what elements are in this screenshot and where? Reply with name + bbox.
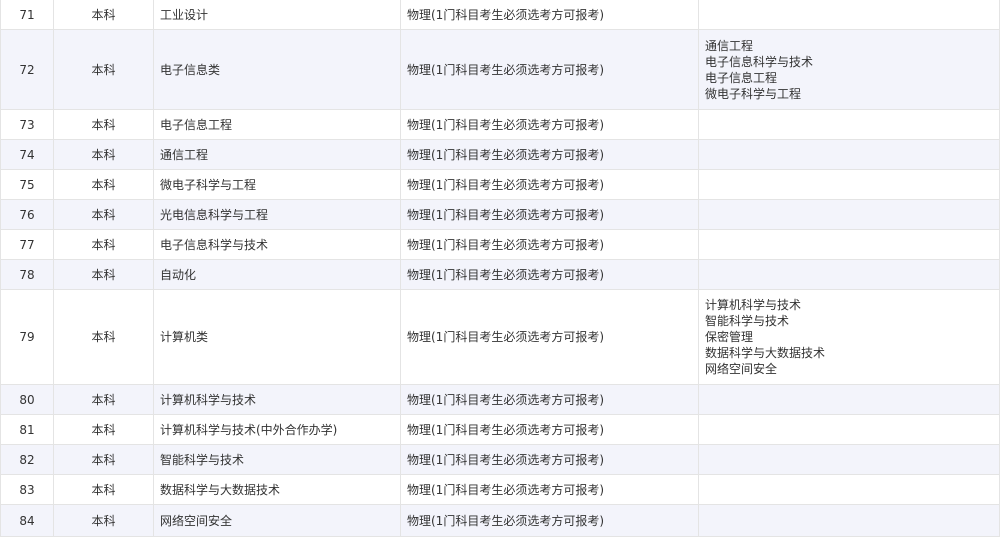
- table-row: 81 本科 计算机科学与技术(中外合作办学) 物理(1门科目考生必须选考方可报考): [0, 414, 1000, 445]
- row-number-cell: 84: [0, 504, 54, 537]
- level-cell: 本科: [53, 169, 154, 200]
- subject-requirement-cell: 物理(1门科目考生必须选考方可报考): [400, 29, 699, 110]
- level-cell: 本科: [53, 229, 154, 260]
- subject-requirement-cell: 物理(1门科目考生必须选考方可报考): [400, 0, 699, 30]
- majors-table-body: 71 本科 工业设计 物理(1门科目考生必须选考方可报考) 72 本科 电子信息类 物理(1门…: [0, 0, 1000, 537]
- table-row: 77 本科 电子信息科学与技术 物理(1门科目考生必须选考方可报考): [0, 229, 1000, 260]
- row-number-cell: 80: [0, 384, 54, 415]
- subject-requirement-cell: 物理(1门科目考生必须选考方可报考): [400, 444, 699, 475]
- major-name-cell: 微电子科学与工程: [153, 169, 401, 200]
- level-cell: 本科: [53, 139, 154, 170]
- subject-requirement-cell: 物理(1门科目考生必须选考方可报考): [400, 259, 699, 290]
- included-majors-cell: [698, 109, 1000, 140]
- included-major-item: 微电子科学与工程: [705, 86, 802, 101]
- major-name-cell: 光电信息科学与工程: [153, 199, 401, 230]
- subject-requirement-cell: 物理(1门科目考生必须选考方可报考): [400, 229, 699, 260]
- included-majors-cell: [698, 229, 1000, 260]
- level-cell: 本科: [53, 199, 154, 230]
- row-number-cell: 77: [0, 229, 54, 260]
- table-row: 72 本科 电子信息类 物理(1门科目考生必须选考方可报考) 通信工程 电子信息科学与技术…: [0, 29, 1000, 110]
- table-row: 76 本科 光电信息科学与工程 物理(1门科目考生必须选考方可报考): [0, 199, 1000, 230]
- level-cell: 本科: [53, 259, 154, 290]
- included-major-item: 通信工程: [705, 38, 754, 53]
- included-majors-cell: [698, 169, 1000, 200]
- major-name-cell: 数据科学与大数据技术: [153, 474, 401, 505]
- level-cell: 本科: [53, 504, 154, 537]
- subject-requirement-cell: 物理(1门科目考生必须选考方可报考): [400, 139, 699, 170]
- included-majors-cell: [698, 414, 1000, 445]
- row-number-cell: 83: [0, 474, 54, 505]
- included-major-item: 计算机科学与技术: [705, 298, 802, 312]
- level-cell: 本科: [53, 289, 154, 385]
- major-name-cell: 自动化: [153, 259, 401, 290]
- table-row: 84 本科 网络空间安全 物理(1门科目考生必须选考方可报考): [0, 504, 1000, 537]
- subject-requirement-cell: 物理(1门科目考生必须选考方可报考): [400, 289, 699, 385]
- major-name-cell: 电子信息科学与技术: [153, 229, 401, 260]
- row-number-cell: 79: [0, 289, 54, 385]
- included-majors-cell: [698, 504, 1000, 537]
- row-number-cell: 72: [0, 29, 54, 110]
- major-name-cell: 网络空间安全: [153, 504, 401, 537]
- included-majors-cell: [698, 444, 1000, 475]
- table-row: 79 本科 计算机类 物理(1门科目考生必须选考方可报考) 计算机科学与技术 智能科学与技…: [0, 289, 1000, 385]
- table-row: 75 本科 微电子科学与工程 物理(1门科目考生必须选考方可报考): [0, 169, 1000, 200]
- subject-requirement-cell: 物理(1门科目考生必须选考方可报考): [400, 109, 699, 140]
- included-majors-cell: 计算机科学与技术 智能科学与技术 保密管理数据科学与大数据技术 网络空间安全: [698, 289, 1000, 385]
- row-number-cell: 76: [0, 199, 54, 230]
- row-number-cell: 71: [0, 0, 54, 30]
- major-name-cell: 计算机科学与技术: [153, 384, 401, 415]
- included-majors-cell: [698, 474, 1000, 505]
- level-cell: 本科: [53, 384, 154, 415]
- included-major-item: 电子信息科学与技术: [705, 54, 814, 69]
- subject-requirement-cell: 物理(1门科目考生必须选考方可报考): [400, 199, 699, 230]
- table-row: 71 本科 工业设计 物理(1门科目考生必须选考方可报考): [0, 0, 1000, 30]
- included-majors-cell: [698, 384, 1000, 415]
- table-row: 83 本科 数据科学与大数据技术 物理(1门科目考生必须选考方可报考): [0, 474, 1000, 505]
- included-major-item: 网络空间安全: [705, 362, 778, 376]
- table-row: 74 本科 通信工程 物理(1门科目考生必须选考方可报考): [0, 139, 1000, 170]
- included-majors-cell: [698, 0, 1000, 30]
- major-name-cell: 智能科学与技术: [153, 444, 401, 475]
- row-number-cell: 78: [0, 259, 54, 290]
- subject-requirement-cell: 物理(1门科目考生必须选考方可报考): [400, 414, 699, 445]
- major-name-cell: 计算机科学与技术(中外合作办学): [153, 414, 401, 445]
- row-number-cell: 82: [0, 444, 54, 475]
- level-cell: 本科: [53, 109, 154, 140]
- included-majors-cell: [698, 139, 1000, 170]
- major-name-cell: 计算机类: [153, 289, 401, 385]
- level-cell: 本科: [53, 444, 154, 475]
- subject-requirement-cell: 物理(1门科目考生必须选考方可报考): [400, 474, 699, 505]
- subject-requirement-cell: 物理(1门科目考生必须选考方可报考): [400, 384, 699, 415]
- included-major-item: 电子信息工程: [705, 70, 778, 85]
- included-major-item: 保密管理: [705, 330, 754, 344]
- row-number-cell: 75: [0, 169, 54, 200]
- row-number-cell: 74: [0, 139, 54, 170]
- included-major-item: 智能科学与技术: [705, 314, 790, 328]
- row-number-cell: 81: [0, 414, 54, 445]
- table-row: 78 本科 自动化 物理(1门科目考生必须选考方可报考): [0, 259, 1000, 290]
- subject-requirement-cell: 物理(1门科目考生必须选考方可报考): [400, 504, 699, 537]
- row-number-cell: 73: [0, 109, 54, 140]
- subject-requirement-cell: 物理(1门科目考生必须选考方可报考): [400, 169, 699, 200]
- major-name-cell: 工业设计: [153, 0, 401, 30]
- level-cell: 本科: [53, 474, 154, 505]
- majors-table: 71 本科 工业设计 物理(1门科目考生必须选考方可报考) 72 本科 电子信息类 物理(1门…: [0, 0, 1000, 537]
- table-row: 80 本科 计算机科学与技术 物理(1门科目考生必须选考方可报考): [0, 384, 1000, 415]
- table-row: 73 本科 电子信息工程 物理(1门科目考生必须选考方可报考): [0, 109, 1000, 140]
- level-cell: 本科: [53, 414, 154, 445]
- included-major-item: 数据科学与大数据技术: [705, 346, 826, 360]
- level-cell: 本科: [53, 0, 154, 30]
- major-name-cell: 电子信息类: [153, 29, 401, 110]
- major-name-cell: 通信工程: [153, 139, 401, 170]
- major-name-cell: 电子信息工程: [153, 109, 401, 140]
- level-cell: 本科: [53, 29, 154, 110]
- included-majors-cell: [698, 199, 1000, 230]
- included-majors-cell: [698, 259, 1000, 290]
- included-majors-cell: 通信工程 电子信息科学与技术 电子信息工程 微电子科学与工程: [698, 29, 1000, 110]
- table-row: 82 本科 智能科学与技术 物理(1门科目考生必须选考方可报考): [0, 444, 1000, 475]
